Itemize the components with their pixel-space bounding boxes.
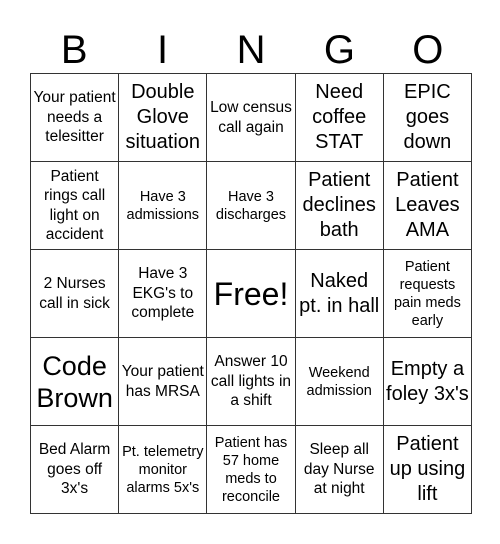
bingo-cell[interactable]: Naked pt. in hall <box>295 250 384 338</box>
bingo-cell-text: Have 3 admissions <box>126 188 200 223</box>
bingo-cell[interactable]: Patient has 57 home meds to reconcile <box>207 426 296 514</box>
header-letter-i: I <box>157 28 169 72</box>
bingo-cell[interactable]: Patient declines bath <box>295 162 384 250</box>
bingo-cell-text: Need coffee STAT <box>312 81 367 153</box>
bingo-card-grid: Your patient needs a telesitter Double Gl… <box>30 73 472 514</box>
bingo-cell[interactable]: Answer 10 call lights in a shift <box>207 338 296 426</box>
bingo-cell-text: Patient up using lift <box>389 433 466 505</box>
bingo-header: B I N G O <box>30 28 472 73</box>
bingo-cell[interactable]: EPIC goes down <box>383 74 472 162</box>
bingo-cell[interactable]: Patient Leaves AMA <box>383 162 472 250</box>
bingo-cell[interactable]: Weekend admission <box>295 338 384 426</box>
bingo-cell-text: Weekend admission <box>306 364 372 399</box>
header-letter-n: N <box>236 28 266 72</box>
bingo-cell-text: Low census call again <box>210 99 292 136</box>
bingo-cell[interactable]: Low census call again <box>207 74 296 162</box>
header-letter-b: B <box>60 28 88 72</box>
bingo-cell-text: Empty a foley 3x's <box>386 357 469 405</box>
bingo-cell-text: Have 3 EKG's to complete <box>131 265 195 322</box>
bingo-cell-text: Code Brown <box>36 350 113 413</box>
bingo-cell-text: Free! <box>213 275 289 312</box>
bingo-cell[interactable]: Patient rings call light on accident <box>31 162 120 250</box>
bingo-cell[interactable]: Patient requests pain meds early <box>383 250 472 338</box>
bingo-cell-text: Sleep all day Nurse at night <box>303 441 375 498</box>
bingo-cell[interactable]: 2 Nurses call in sick <box>31 250 120 338</box>
bingo-cell-text: Patient rings call light on accident <box>44 167 106 244</box>
bingo-cell-text: Patient requests pain meds early <box>393 258 461 329</box>
bingo-cell[interactable]: Double Glove situation <box>119 74 208 162</box>
bingo-cell-text: Patient has 57 home meds to reconcile <box>214 434 288 505</box>
bingo-cell-text: Answer 10 call lights in a shift <box>210 353 292 410</box>
bingo-cell-text: Your patient has MRSA <box>121 363 204 400</box>
bingo-cell-text: Bed Alarm goes off 3x's <box>38 441 111 498</box>
bingo-cell[interactable]: Code Brown <box>31 338 120 426</box>
bingo-cell-text: Have 3 discharges <box>215 188 287 223</box>
bingo-cell[interactable]: Bed Alarm goes off 3x's <box>31 426 120 514</box>
bingo-cell[interactable]: Patient up using lift <box>383 426 472 514</box>
bingo-cell[interactable]: Have 3 discharges <box>207 162 296 250</box>
bingo-cell-text: Your patient needs a telesitter <box>33 89 116 146</box>
free-space-cell[interactable]: Free! <box>207 250 296 338</box>
bingo-cell-text: Patient declines bath <box>302 169 376 241</box>
bingo-cell[interactable]: Empty a foley 3x's <box>383 338 472 426</box>
bingo-cell[interactable]: Need coffee STAT <box>295 74 384 162</box>
bingo-cell[interactable]: Sleep all day Nurse at night <box>295 426 384 514</box>
bingo-cell-text: Pt. telemetry monitor alarms 5x's <box>122 443 204 496</box>
bingo-cell[interactable]: Have 3 admissions <box>119 162 208 250</box>
bingo-cell[interactable]: Your patient needs a telesitter <box>31 74 120 162</box>
bingo-cell-text: EPIC goes down <box>403 81 452 153</box>
header-letter-g: G <box>323 28 355 72</box>
bingo-cell-text: Patient Leaves AMA <box>395 169 460 241</box>
header-letter-o: O <box>412 28 444 72</box>
bingo-cell-text: 2 Nurses call in sick <box>39 275 110 312</box>
bingo-cell[interactable]: Your patient has MRSA <box>119 338 208 426</box>
bingo-cell-text: Double Glove situation <box>125 81 201 153</box>
bingo-cell-text: Naked pt. in hall <box>299 269 380 317</box>
bingo-cell[interactable]: Have 3 EKG's to complete <box>119 250 208 338</box>
bingo-cell[interactable]: Pt. telemetry monitor alarms 5x's <box>119 426 208 514</box>
